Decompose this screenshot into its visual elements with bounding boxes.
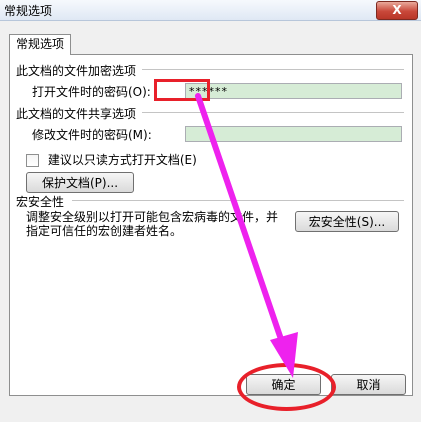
encrypt-section-title: 此文档的文件加密选项 [16, 64, 137, 78]
open-password-field[interactable]: ****** [185, 83, 402, 99]
readonly-checkbox-row[interactable]: 建议以只读方式打开文档(E) [26, 151, 197, 168]
tab-general-options[interactable]: 常规选项 [9, 34, 72, 55]
share-section-title: 此文档的文件共享选项 [16, 107, 137, 121]
close-icon: X [392, 3, 402, 17]
dialog-title: 常规选项 [4, 4, 53, 18]
dialog-body: 常规选项 此文档的文件加密选项 打开文件时的密码(O): ****** 此文档的… [0, 20, 421, 410]
cancel-button[interactable]: 取消 [331, 374, 406, 395]
title-bar: 常规选项 X [0, 0, 421, 21]
readonly-label: 建议以只读方式打开文档(E) [47, 153, 197, 167]
tab-panel: 此文档的文件加密选项 打开文件时的密码(O): ****** 此文档的文件共享选… [9, 54, 413, 396]
section-divider [142, 69, 404, 70]
password-highlight-box [154, 79, 210, 101]
macro-security-button[interactable]: 宏安全性(S)... [295, 211, 399, 232]
section-divider [142, 112, 404, 113]
open-password-label: 打开文件时的密码(O): [32, 85, 151, 99]
macro-section-title: 宏安全性 [16, 195, 65, 209]
macro-description: 调整安全级别以打开可能包含宏病毒的文件，并指定可信任的宏创建者姓名。 [26, 210, 279, 238]
ok-highlight-ellipse [237, 363, 336, 411]
modify-password-label: 修改文件时的密码(M): [32, 128, 152, 142]
modify-password-field[interactable] [185, 126, 402, 142]
protect-document-button[interactable]: 保护文档(P)... [26, 172, 134, 193]
section-divider [72, 200, 404, 201]
close-button[interactable]: X [376, 1, 418, 20]
readonly-checkbox[interactable] [26, 154, 39, 167]
